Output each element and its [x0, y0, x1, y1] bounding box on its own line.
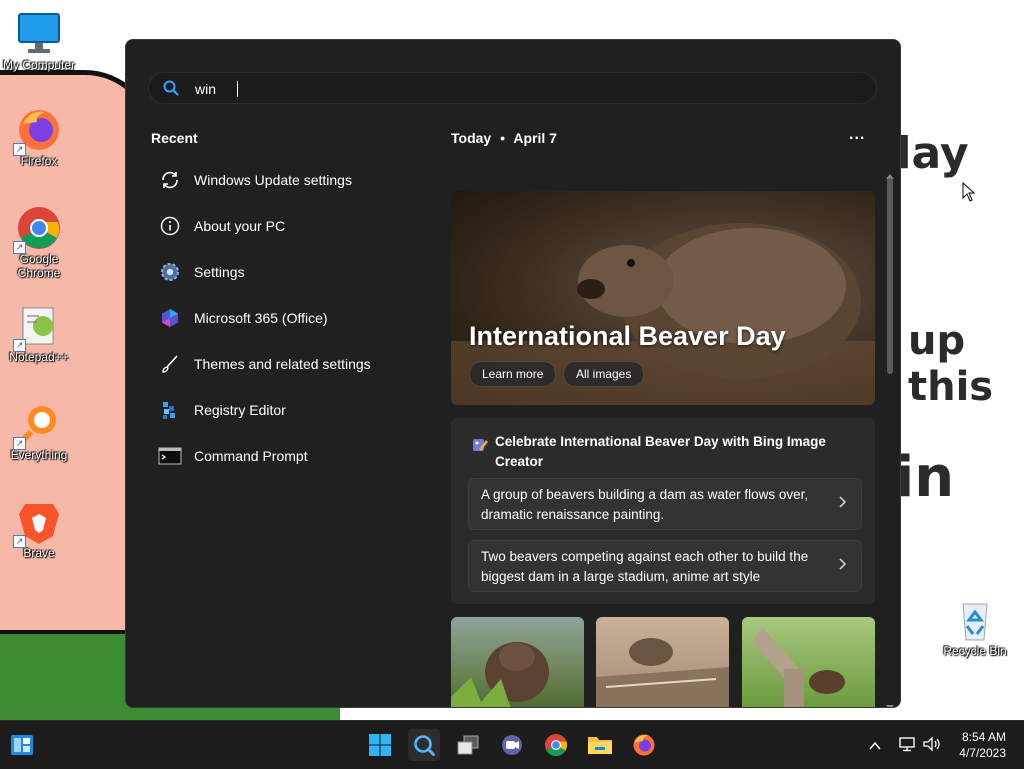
search-input[interactable]: [193, 77, 797, 101]
search-icon: [163, 80, 179, 101]
office-icon: [156, 306, 184, 330]
desktop-icon-label: Firefox: [20, 154, 58, 168]
desktop-icon-notepad-plus-plus[interactable]: ↗ Notepad++: [1, 302, 77, 364]
recent-item-label: Microsoft 365 (Office): [194, 310, 328, 326]
chrome-taskbar-button[interactable]: [540, 729, 572, 761]
recent-item-settings[interactable]: Settings: [156, 254, 416, 290]
desktop-icon-recycle-bin[interactable]: Recycle Bin: [937, 596, 1013, 658]
hero-title: International Beaver Day: [469, 321, 786, 351]
beaver-thumbnail-1[interactable]: [451, 617, 584, 707]
shortcut-arrow-icon: ↗: [13, 241, 26, 254]
recent-item-themes-settings[interactable]: Themes and related settings: [156, 346, 416, 382]
shortcut-arrow-icon: ↗: [13, 143, 26, 156]
teams-chat-button[interactable]: [496, 729, 528, 761]
firefox-taskbar-button[interactable]: [628, 729, 660, 761]
desktop-icon-label: Recycle Bin: [943, 644, 1007, 658]
learn-more-button[interactable]: Learn more: [469, 361, 557, 387]
desktop-icon-brave[interactable]: ↗ Brave: [1, 498, 77, 560]
prompt-suggestion-1[interactable]: A group of beavers building a dam as wat…: [468, 478, 862, 530]
desktop-icon-label: Brave: [23, 546, 55, 560]
desktop-icon-firefox[interactable]: ↗ Firefox: [1, 106, 77, 168]
shortcut-arrow-icon: ↗: [13, 339, 26, 352]
clock-date: 4/7/2023: [959, 746, 1006, 760]
recent-item-label: Command Prompt: [194, 448, 308, 464]
image-creator-icon: [471, 436, 489, 459]
refresh-icon: [156, 168, 184, 192]
monitor-icon: [15, 10, 63, 58]
shortcut-arrow-icon: ↗: [13, 437, 26, 450]
recent-item-about-your-pc[interactable]: About your PC: [156, 208, 416, 244]
chevron-right-icon: [837, 557, 847, 576]
search-box[interactable]: [148, 72, 877, 104]
network-icon[interactable]: [898, 735, 916, 758]
shortcut-arrow-icon: ↗: [13, 535, 26, 548]
bing-image-creator-card: Celebrate International Beaver Day with …: [451, 418, 875, 604]
recent-item-registry-editor[interactable]: Registry Editor: [156, 392, 416, 428]
start-button[interactable]: [364, 729, 396, 761]
text-caret: [237, 81, 238, 97]
today-label: Today: [451, 130, 492, 146]
prompt-text: A group of beavers building a dam as wat…: [481, 487, 809, 522]
hero-card[interactable]: International Beaver Day Learn more All …: [451, 191, 875, 405]
panel-scrollbar[interactable]: [884, 166, 896, 707]
recent-item-windows-update-settings[interactable]: Windows Update settings: [156, 162, 416, 198]
widgets-button[interactable]: [6, 729, 38, 761]
search-panel: Recent Windows Update settings About you…: [125, 39, 901, 708]
desktop-icon-google-chrome[interactable]: ↗ Google Chrome: [1, 204, 77, 280]
scroll-up-arrow-icon[interactable]: [886, 166, 894, 179]
recent-item-command-prompt[interactable]: Command Prompt: [156, 438, 416, 474]
desktop-icon-label: Google Chrome: [17, 252, 61, 280]
recent-item-label: Settings: [194, 264, 245, 280]
clock-time: 8:54 AM: [961, 730, 1006, 744]
recycle-bin-icon: [951, 596, 999, 644]
gear-icon: [156, 260, 184, 284]
beaver-thumbnail-2[interactable]: [596, 617, 729, 707]
today-separator: •: [500, 130, 505, 146]
volume-icon[interactable]: [922, 735, 942, 758]
firefox-icon: ↗: [13, 106, 63, 156]
wallpaper-text-2: up this: [908, 318, 994, 410]
today-date: April 7: [513, 130, 557, 146]
scrollbar-thumb[interactable]: [887, 178, 893, 374]
taskbar: 8:54 AM 4/7/2023: [0, 720, 1024, 769]
wallpaper-text-3: in: [895, 445, 955, 510]
bing-card-title: Celebrate International Beaver Day with …: [495, 434, 826, 469]
desktop-icon-everything[interactable]: ↗ Everything: [1, 400, 77, 462]
recent-heading: Recent: [151, 130, 198, 146]
prompt-suggestion-2[interactable]: Two beavers competing against each other…: [468, 540, 862, 592]
registry-icon: [156, 398, 184, 422]
show-hidden-icons-chevron-icon[interactable]: [869, 738, 881, 756]
desktop-icon-label: Notepad++: [9, 350, 69, 364]
taskbar-search-button[interactable]: [408, 729, 440, 761]
task-view-button[interactable]: [452, 729, 484, 761]
chevron-right-icon: [837, 495, 847, 514]
recent-item-microsoft-365[interactable]: Microsoft 365 (Office): [156, 300, 416, 336]
mouse-cursor: [962, 181, 976, 207]
today-header: Today • April 7: [451, 130, 557, 146]
chrome-icon: ↗: [13, 204, 63, 254]
system-clock[interactable]: 8:54 AM 4/7/2023: [959, 729, 1006, 761]
prompt-text: Two beavers competing against each other…: [481, 549, 809, 584]
recent-item-label: Windows Update settings: [194, 172, 352, 188]
desktop-icon-my-computer[interactable]: My Computer: [1, 10, 77, 72]
recent-item-label: Themes and related settings: [194, 356, 371, 372]
brave-lion-icon: ↗: [13, 498, 63, 548]
desktop-icon-label: Everything: [10, 448, 68, 462]
all-images-button[interactable]: All images: [563, 361, 645, 387]
recent-item-label: Registry Editor: [194, 402, 286, 418]
recent-item-label: About your PC: [194, 218, 286, 234]
desktop-icon-label: My Computer: [2, 58, 76, 72]
file-explorer-button[interactable]: [584, 729, 616, 761]
everything-search-icon: ↗: [13, 400, 63, 450]
notepad-plus-plus-icon: ↗: [13, 302, 63, 352]
info-icon: [156, 214, 184, 238]
more-options-button[interactable]: ...: [849, 126, 865, 144]
brush-icon: [156, 352, 184, 376]
scroll-down-arrow-icon[interactable]: [886, 698, 894, 707]
terminal-icon: [156, 444, 184, 468]
beaver-thumbnail-3[interactable]: [742, 617, 875, 707]
